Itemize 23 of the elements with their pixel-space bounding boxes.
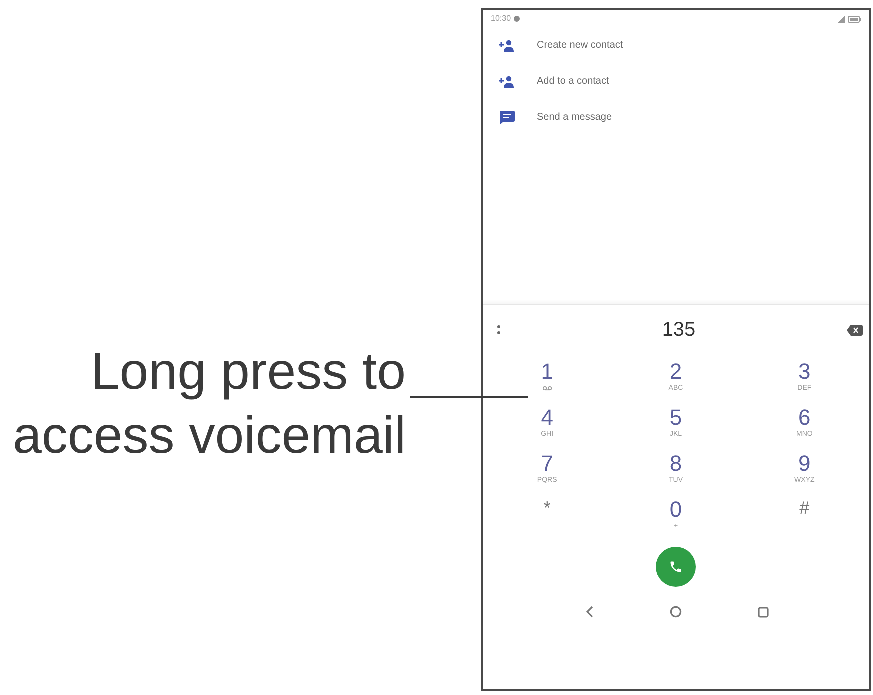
number-field[interactable]: 135	[662, 318, 696, 342]
phone-icon	[669, 560, 683, 574]
backspace-icon[interactable]	[847, 324, 863, 336]
message-icon	[500, 111, 514, 125]
add-person-icon	[499, 76, 515, 88]
call-button[interactable]	[656, 547, 696, 587]
dial-key[interactable]: #	[800, 498, 810, 518]
dial-key[interactable]: *	[544, 498, 551, 518]
voicemail-icon	[542, 386, 552, 391]
dial-key[interactable]: 1	[541, 360, 554, 391]
square-icon[interactable]	[758, 606, 768, 618]
back-icon[interactable]	[586, 606, 594, 618]
notification-dot-icon	[514, 16, 520, 22]
action-item[interactable]: Create new contact	[499, 39, 624, 53]
action-item[interactable]: Add to a contact	[499, 75, 610, 89]
home-icon[interactable]	[670, 606, 682, 618]
action-item[interactable]: Send a message	[499, 111, 612, 125]
signal-icon	[838, 16, 845, 22]
annotation-text: Long press to access voicemail	[12, 342, 406, 467]
add-person-icon	[499, 40, 515, 52]
battery-icon	[848, 16, 861, 22]
vertical-dots-icon[interactable]	[497, 325, 501, 335]
status-time: 10:30	[491, 14, 512, 24]
